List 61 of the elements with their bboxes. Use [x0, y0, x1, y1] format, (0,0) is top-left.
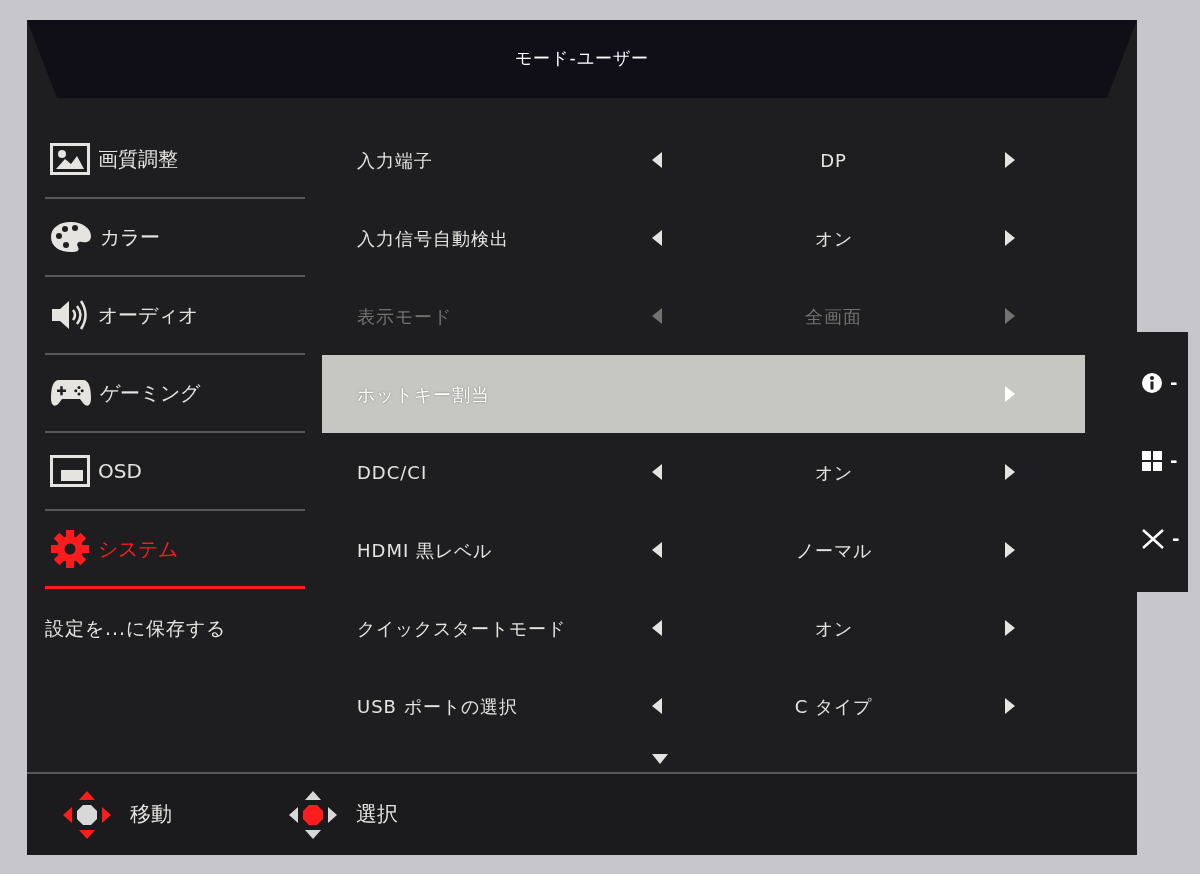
right-arrow-icon	[1005, 230, 1015, 246]
menu-row[interactable]: DDC/CI オン	[322, 433, 1085, 511]
menu-row[interactable]: USB ポートの選択 C タイプ	[322, 667, 1085, 745]
setting-label: 入力端子	[357, 148, 434, 173]
picture-icon	[50, 143, 90, 175]
grid-icon	[1142, 451, 1162, 471]
setting-label: DDC/CI	[357, 460, 429, 485]
button-dash: -	[1170, 451, 1178, 471]
setting-value: 全画面	[805, 305, 862, 327]
left-arrow-icon	[652, 152, 662, 168]
setting-label: 表示モード	[357, 304, 453, 329]
right-arrow-icon	[1005, 698, 1015, 714]
sidebar-item[interactable]: OSD	[45, 433, 305, 511]
dpad-icon	[288, 789, 338, 840]
palette-icon	[50, 221, 92, 253]
menu-row[interactable]: 入力信号自動検出 オン	[322, 199, 1085, 277]
right-arrow-icon	[1005, 620, 1015, 636]
right-arrow-icon	[1005, 542, 1015, 558]
close-icon	[1142, 529, 1164, 549]
setting-value: C タイプ	[794, 695, 873, 717]
window-icon	[50, 455, 90, 487]
menu-row[interactable]: クイックスタートモード オン	[322, 589, 1085, 667]
sidebar-item[interactable]: 画質調整	[45, 121, 305, 199]
gamepad-icon	[50, 378, 92, 408]
left-arrow-icon	[652, 230, 662, 246]
menu-row[interactable]: 入力端子 DP	[322, 121, 1085, 199]
button-dash: -	[1170, 373, 1178, 393]
left-arrow-icon	[652, 620, 662, 636]
hint-label: 選択	[356, 800, 398, 828]
setting-value: ノーマル	[795, 539, 872, 561]
hint-label: 移動	[130, 800, 172, 828]
right-arrow-icon	[1005, 386, 1015, 402]
right-arrow-icon	[1005, 152, 1015, 168]
setting-label: ホットキー割当	[357, 382, 491, 407]
button-dash: -	[1172, 529, 1180, 549]
menu-row[interactable]: HDMI 黒レベル ノーマル	[322, 511, 1085, 589]
sidebar-item[interactable]: カラー	[45, 199, 305, 277]
gear-icon	[50, 528, 90, 569]
save-settings-item[interactable]: 設定を...に保存する	[45, 589, 227, 667]
left-arrow-icon	[652, 542, 662, 558]
sidebar-item[interactable]: システム	[45, 511, 305, 589]
setting-value: オン	[814, 227, 853, 249]
speaker-icon	[50, 298, 90, 332]
setting-label: USB ポートの選択	[357, 694, 519, 719]
left-arrow-icon	[652, 698, 662, 714]
setting-label: 入力信号自動検出	[357, 226, 510, 251]
setting-label: HDMI 黒レベル	[357, 538, 493, 563]
setting-value: オン	[814, 617, 853, 639]
setting-value: DP	[820, 149, 847, 171]
menu-title: モード-ユーザー	[515, 47, 649, 71]
left-arrow-icon	[652, 308, 662, 324]
sidebar-item[interactable]: ゲーミング	[45, 355, 305, 433]
dpad-icon	[62, 789, 112, 840]
sidebar-item[interactable]: オーディオ	[45, 277, 305, 355]
setting-value: オン	[814, 461, 853, 483]
scroll-down-icon	[652, 753, 668, 764]
info-icon	[1142, 373, 1162, 393]
right-arrow-icon	[1005, 464, 1015, 480]
left-arrow-icon	[652, 464, 662, 480]
right-arrow-icon	[1005, 308, 1015, 324]
setting-label: クイックスタートモード	[357, 616, 567, 641]
